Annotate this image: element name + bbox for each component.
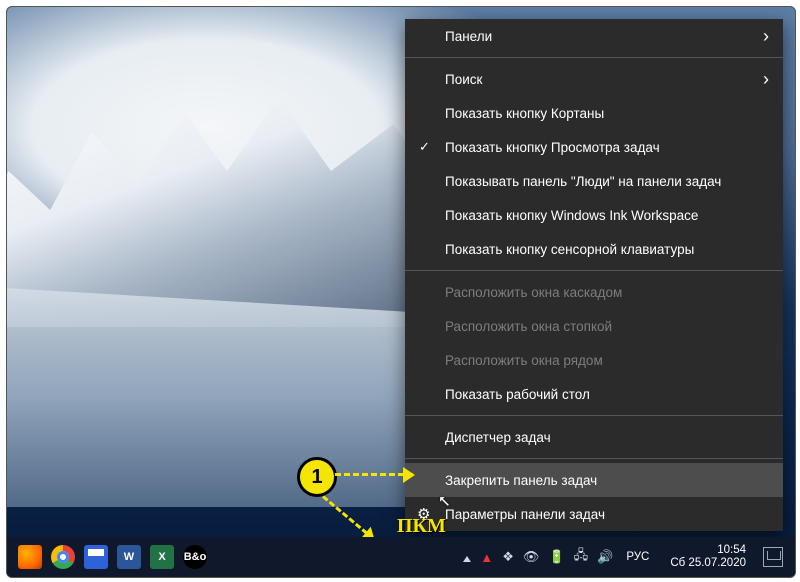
tray-overflow-chevron[interactable]	[463, 550, 471, 565]
taskbar-app-save[interactable]	[81, 542, 111, 572]
menu-item-9: Расположить окна каскадом	[405, 275, 783, 309]
tray-time: 10:54	[717, 544, 746, 557]
menu-separator	[405, 57, 783, 58]
taskbar[interactable]: WX B&o ▲ ❖ 👁 🔋 🖧 🔊 РУС 10:54 Сб 25.07.202…	[7, 537, 795, 577]
tray-icon-app[interactable]: ❖	[502, 549, 514, 565]
bang-olufsen-icon: B&o	[183, 545, 207, 569]
taskbar-app-excel[interactable]: X	[147, 542, 177, 572]
annotation-badge: 1	[297, 457, 337, 497]
save-icon	[84, 545, 108, 569]
menu-item-16[interactable]: Закрепить панель задач	[405, 463, 783, 497]
taskbar-app-word[interactable]: W	[114, 542, 144, 572]
chrome-icon	[51, 545, 75, 569]
taskbar-app-chrome[interactable]	[48, 542, 78, 572]
menu-item-14[interactable]: Диспетчер задач	[405, 420, 783, 454]
word-icon: W	[117, 545, 141, 569]
excel-icon: X	[150, 545, 174, 569]
tray-date: Сб 25.07.2020	[670, 557, 746, 570]
menu-item-3[interactable]: Показать кнопку Кортаны	[405, 96, 783, 130]
tray-icon-network[interactable]: 🖧	[574, 546, 589, 568]
taskbar-app-bang-olufsen[interactable]: B&o	[180, 542, 210, 572]
tray-clock[interactable]: 10:54 Сб 25.07.2020	[662, 544, 754, 570]
menu-separator	[405, 458, 783, 459]
tray-language[interactable]: РУС	[622, 551, 653, 563]
annotation-arrow-1	[335, 473, 413, 476]
menu-item-11: Расположить окна рядом	[405, 343, 783, 377]
menu-item-2[interactable]: Поиск	[405, 62, 783, 96]
taskbar-apps: WX B&o	[7, 542, 210, 572]
menu-item-17[interactable]: Параметры панели задач	[405, 497, 783, 531]
menu-separator	[405, 270, 783, 271]
annotation-label: ПКМ	[397, 515, 446, 538]
menu-item-7[interactable]: Показать кнопку сенсорной клавиатуры	[405, 232, 783, 266]
taskbar-app-firefox[interactable]	[15, 542, 45, 572]
screenshot-frame: ПанелиПоискПоказать кнопку КортаныПоказа…	[6, 6, 796, 578]
firefox-icon	[18, 545, 42, 569]
taskbar-context-menu: ПанелиПоискПоказать кнопку КортаныПоказа…	[405, 19, 783, 531]
menu-item-0[interactable]: Панели	[405, 19, 783, 53]
menu-item-10: Расположить окна стопкой	[405, 309, 783, 343]
menu-separator	[405, 415, 783, 416]
system-tray[interactable]: ▲ ❖ 👁 🔋 🖧 🔊 РУС 10:54 Сб 25.07.2020	[463, 544, 795, 570]
tray-action-center-icon[interactable]	[763, 547, 783, 567]
menu-item-5[interactable]: Показывать панель "Люди" на панели задач	[405, 164, 783, 198]
tray-icon-volume[interactable]: 🔊	[597, 549, 613, 565]
tray-icon-security[interactable]: ▲	[480, 550, 493, 565]
tray-icon-eye[interactable]: 👁	[523, 549, 540, 565]
tray-icon-battery[interactable]: 🔋	[548, 549, 564, 565]
menu-item-4[interactable]: Показать кнопку Просмотра задач	[405, 130, 783, 164]
menu-item-6[interactable]: Показать кнопку Windows Ink Workspace	[405, 198, 783, 232]
menu-item-12[interactable]: Показать рабочий стол	[405, 377, 783, 411]
